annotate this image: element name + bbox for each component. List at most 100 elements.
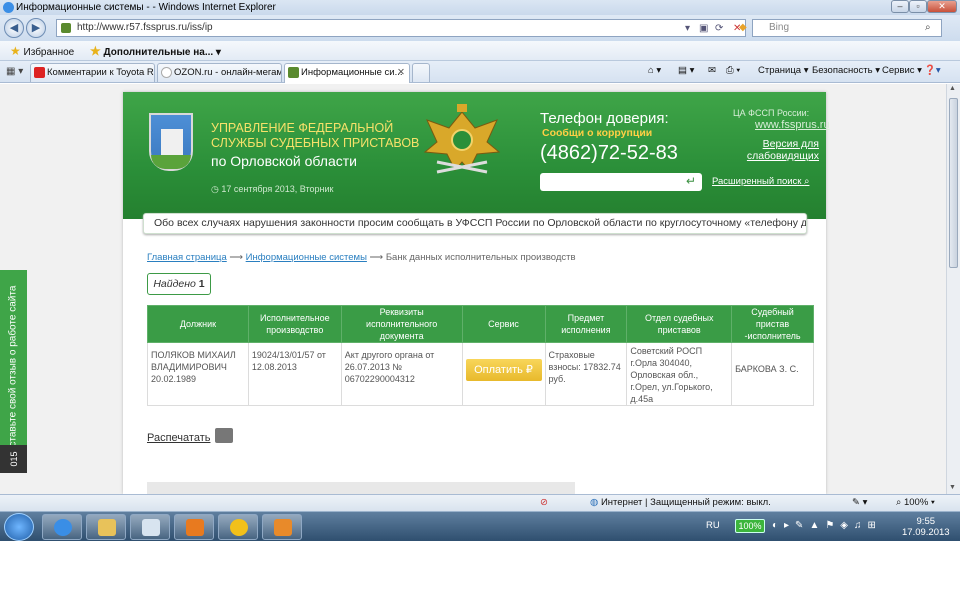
cell-service: Оплатить ₽ — [461, 342, 546, 406]
status-bar: ⊘ ◍ Интернет | Защищенный режим: выкл. ✎… — [0, 494, 960, 511]
tab-info-systems[interactable]: Информационные си... ✕ — [284, 63, 410, 83]
protected-mode-icon[interactable]: ✎ ▾ — [852, 497, 867, 508]
vertical-scrollbar[interactable]: ▲ ▼ — [946, 84, 960, 494]
printer-icon[interactable] — [215, 428, 233, 443]
search-icon[interactable]: ⌕ — [925, 20, 931, 36]
home-icon[interactable]: ⌂ ▾ — [648, 65, 661, 76]
favorites-button[interactable]: ★ Избранное — [10, 44, 74, 58]
tools-menu[interactable]: Сервис ▾ — [882, 65, 922, 76]
breadcrumb-current: Банк данных исполнительных производств — [385, 252, 576, 263]
page-menu-label: Страница — [758, 65, 802, 76]
results-table: Должник Исполнительное производство Рекв… — [147, 305, 814, 406]
start-button[interactable] — [4, 513, 34, 541]
column-header: Судебный пристав -исполнитель — [731, 305, 814, 343]
breadcrumb-home[interactable]: Главная страница — [147, 252, 227, 263]
tab-label: OZON.ru - онлайн-мегам... — [174, 67, 282, 78]
zone-text: Интернет | Защищенный режим: выкл. — [600, 497, 771, 508]
page-menu[interactable]: Страница ▾ — [758, 65, 808, 76]
window-icon — [142, 519, 160, 536]
back-button[interactable]: ◀ — [4, 18, 24, 38]
ie-icon — [54, 519, 72, 536]
scroll-thumb[interactable] — [949, 98, 958, 268]
url-input[interactable]: http://www.r57.fssprus.ru/iss/ip ▾ ▣ ⟳ ✕ — [56, 19, 746, 37]
site-container: Управление Федеральной службы судебных п… — [123, 92, 830, 494]
pay-button[interactable]: Оплатить ₽ — [465, 359, 542, 381]
site-search-input[interactable]: ↵ — [540, 173, 702, 191]
url-text: http://www.r57.fssprus.ru/iss/ip — [77, 22, 213, 33]
results-count-badge: Найдено 1 — [147, 273, 211, 295]
page-viewport: Управление Федеральной службы судебных п… — [0, 84, 946, 494]
forward-button[interactable]: ▶ — [26, 18, 46, 38]
tab-toyota[interactable]: Комментарии к Toyota R... — [30, 63, 155, 82]
search-input[interactable]: Bing ◆ ⌕ — [739, 19, 942, 37]
ie-logo-icon — [3, 2, 14, 13]
feedback-tab[interactable]: Оставьте свой отзыв о работе сайта 015 — [0, 270, 27, 473]
cell-subject: Страховые взносы: 17832.74 руб. — [544, 342, 628, 406]
tab-favicon-icon — [288, 67, 299, 78]
popup-blocker-icon[interactable]: ⊘ — [540, 497, 548, 508]
feeds-icon[interactable]: ▤ ▾ — [678, 65, 694, 76]
hotline-phone: (4862)72-52-83 — [540, 142, 678, 164]
clock[interactable]: 9:55 17.09.2013 — [902, 516, 950, 538]
current-date: ◷ 17 сентября 2013, Вторник — [211, 184, 334, 194]
maximize-button[interactable]: ▫ — [909, 0, 927, 13]
cell-document: Акт другого органа от 26.07.2013 № 06702… — [340, 342, 463, 406]
column-header: Сервис — [461, 305, 546, 343]
search-placeholder: Bing — [769, 22, 790, 33]
taskbar-1c[interactable] — [218, 514, 258, 540]
mail-icon[interactable]: ✉ — [708, 65, 716, 76]
column-header: Отдел судебных приставов — [626, 305, 733, 343]
favorites-bar: ★ Избранное ★ Дополнительные на... ▾ — [0, 41, 960, 61]
favorites-item[interactable]: ★ Дополнительные на... ▾ — [90, 44, 221, 58]
clock-time: 9:55 — [916, 516, 936, 527]
compat-view-icon[interactable]: ▣ — [699, 21, 708, 37]
close-window-button[interactable]: ✕ — [927, 0, 957, 13]
refresh-icon[interactable]: ⟳ — [715, 21, 723, 37]
print-icon[interactable]: ⎙ ▾ — [726, 65, 740, 76]
language-indicator[interactable]: RU — [706, 520, 720, 531]
scroll-down-icon[interactable]: ▼ — [949, 484, 956, 491]
windows-taskbar: RU 100% ◐▸✎▲⚑◈♫⊞ 9:55 17.09.2013 — [0, 511, 960, 541]
found-count: 1 — [198, 278, 205, 290]
coat-of-arms-icon — [149, 113, 193, 171]
advanced-search-link[interactable]: Расширенный поиск ⌕ — [712, 176, 809, 187]
taskbar-app[interactable] — [130, 514, 170, 540]
quick-tabs-icon[interactable]: ▦ ▾ — [6, 66, 23, 77]
date-text: 17 сентября 2013, Вторник — [221, 184, 334, 194]
safety-menu[interactable]: Безопасность ▾ — [812, 65, 880, 76]
taskbar-outlook[interactable] — [174, 514, 214, 540]
magnifier-icon: ⌕ — [804, 176, 810, 187]
tower-shape — [161, 129, 183, 155]
dropdown-icon[interactable]: ▾ — [685, 21, 690, 37]
print-link[interactable]: Распечатать — [147, 432, 210, 444]
column-header: Предмет исполнения — [544, 305, 628, 343]
battery-indicator[interactable]: 100% — [735, 519, 765, 533]
zone-info[interactable]: ◍ Интернет | Защищенный режим: выкл. — [590, 497, 771, 508]
tray-icons[interactable]: ◐▸✎▲⚑◈♫⊞ — [772, 520, 882, 531]
folder-icon — [98, 519, 116, 536]
breadcrumb: Главная страница ⟶ Информационные систем… — [147, 252, 576, 263]
new-tab-button[interactable] — [412, 63, 430, 82]
close-tab-icon[interactable]: ✕ — [397, 64, 405, 81]
taskbar-ie[interactable] — [42, 514, 82, 540]
tab-favicon-icon — [34, 67, 45, 78]
accessibility-link[interactable]: Версия для слабовидящих — [737, 138, 819, 162]
corruption-link[interactable]: Сообщи о коррупции — [542, 127, 652, 139]
fssp-link[interactable]: www.fssprus.ru — [755, 119, 830, 131]
column-header: Реквизиты исполнительного документа — [340, 305, 463, 343]
scroll-up-icon[interactable]: ▲ — [949, 85, 956, 92]
eagle-emblem-icon — [423, 104, 501, 174]
minimize-button[interactable]: – — [891, 0, 909, 13]
help-icon[interactable]: ❓▾ — [924, 65, 941, 76]
feedback-label: Оставьте свой отзыв о работе сайта — [7, 285, 19, 455]
column-header: Исполнительное производство — [247, 305, 342, 343]
enter-icon[interactable]: ↵ — [686, 174, 696, 188]
breadcrumb-systems[interactable]: Информационные системы — [246, 252, 367, 263]
table-header-row: Должник Исполнительное производство Рекв… — [147, 305, 814, 343]
zoom-control[interactable]: ⌕ 100% ▾ — [896, 497, 935, 508]
tab-ozon[interactable]: OZON.ru - онлайн-мегам... — [157, 63, 282, 82]
taskbar-explorer[interactable] — [86, 514, 126, 540]
tab-label: Комментарии к Toyota R... — [47, 67, 155, 78]
taskbar-mail[interactable] — [262, 514, 302, 540]
tab-label: Информационные си... — [301, 67, 403, 78]
